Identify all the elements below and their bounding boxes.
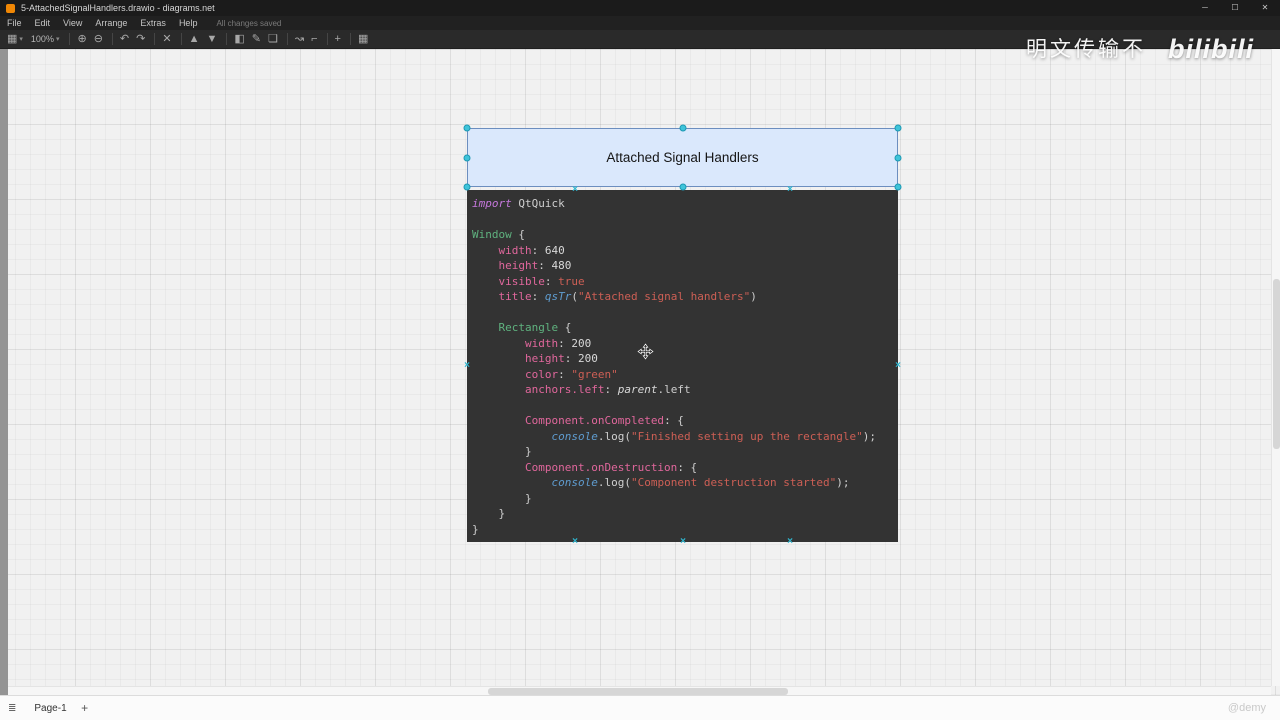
code-line: visible: true — [498, 274, 585, 288]
zoom-dropdown[interactable]: 100% ▾ — [31, 34, 60, 44]
fill-color-icon[interactable]: ◧ — [234, 30, 244, 49]
code-line: Component.onDestruction: { — [524, 460, 698, 474]
code-line: width: 200 — [524, 336, 592, 350]
menu-file[interactable]: File — [7, 18, 22, 28]
chevron-down-icon: ▾ — [19, 36, 23, 43]
toolbar-separator — [111, 33, 113, 45]
code-line: console.log("Component destruction start… — [551, 476, 850, 489]
to-front-icon[interactable]: ▲ — [189, 30, 200, 49]
delete-icon[interactable]: ✕ — [162, 30, 171, 49]
redo-icon[interactable]: ↷ — [136, 30, 145, 49]
code-line: Window { — [472, 228, 525, 241]
code-line: anchors.left: parent.left — [524, 383, 691, 396]
selection-handle[interactable] — [894, 183, 902, 191]
undo-icon[interactable]: ↶ — [120, 30, 129, 49]
table-icon[interactable]: ▦ — [358, 30, 368, 49]
shape-title-box[interactable]: Attached Signal Handlers — [467, 128, 898, 187]
connection-point-icon: × — [572, 184, 578, 195]
connection-point-icon: × — [787, 536, 793, 547]
minimize-button[interactable]: ─ — [1190, 0, 1220, 16]
window-title: 5-AttachedSignalHandlers.drawio - diagra… — [21, 3, 215, 13]
credit-watermark: @demy — [1227, 702, 1266, 714]
bilibili-logo: bilibili — [1168, 34, 1254, 64]
connection-point-icon: × — [787, 184, 793, 195]
selection-handle[interactable] — [463, 124, 471, 132]
pages-toggle-icon[interactable]: ≣ — [8, 703, 16, 714]
line-color-icon[interactable]: ✎ — [252, 30, 261, 49]
code-line: color: "green" — [524, 367, 618, 381]
toolbar-separator — [180, 33, 182, 45]
toolbar-separator — [69, 33, 71, 45]
menu-view[interactable]: View — [63, 18, 82, 28]
app-icon — [6, 3, 15, 13]
selection-handle[interactable] — [463, 183, 471, 191]
close-button[interactable]: ✕ — [1250, 0, 1280, 16]
page-tab[interactable]: Page-1 — [25, 700, 75, 717]
maximize-button[interactable]: ☐ — [1220, 0, 1250, 16]
selection-handle[interactable] — [894, 154, 902, 162]
watermark-text: 明文传输不 — [1026, 38, 1146, 61]
selection-handle[interactable] — [894, 124, 902, 132]
menu-edit[interactable]: Edit — [35, 18, 51, 28]
menubar: File Edit View Arrange Extras Help All c… — [0, 16, 1280, 30]
code-line: Rectangle { — [498, 321, 572, 334]
autosave-status: All changes saved — [216, 18, 282, 28]
menu-arrange[interactable]: Arrange — [95, 18, 127, 28]
titlebar: 5-AttachedSignalHandlers.drawio - diagra… — [0, 0, 1280, 16]
toolbar-separator — [326, 33, 328, 45]
chevron-down-icon: ▾ — [55, 36, 60, 43]
add-page-button[interactable]: + — [76, 701, 94, 715]
horizontal-scrollbar-thumb[interactable] — [488, 688, 788, 695]
statusbar: ≣ Page-1 + @demy — [0, 695, 1280, 720]
connection-point-icon: × — [464, 360, 470, 371]
code-line: height: 480 — [498, 259, 572, 272]
menu-extras[interactable]: Extras — [140, 18, 166, 28]
selection-handle[interactable] — [463, 154, 471, 162]
code-line: console.log("Finished setting up the rec… — [551, 429, 877, 443]
selection-handle[interactable] — [679, 183, 687, 191]
zoom-in-icon[interactable]: ⊕ — [77, 30, 86, 49]
connection-point-icon: × — [895, 360, 901, 371]
connection-icon[interactable]: ↝ — [295, 30, 304, 49]
vertical-scrollbar-thumb[interactable] — [1273, 279, 1280, 449]
code-block[interactable]: import QtQuick Window { width: 640 heigh… — [467, 190, 898, 542]
app-window: 5-AttachedSignalHandlers.drawio - diagra… — [0, 0, 1280, 720]
offpage-strip — [0, 49, 8, 695]
to-back-icon[interactable]: ▼ — [206, 30, 217, 49]
canvas[interactable]: Attached Signal Handlers import QtQuick … — [0, 49, 1280, 695]
page-view-icon: ▦ — [7, 32, 18, 45]
toolbar-separator — [226, 33, 228, 45]
selection-handle[interactable] — [679, 124, 687, 132]
code-line: Component.onCompleted: { — [524, 414, 684, 427]
code-line: title: qsTr("Attached signal handlers") — [498, 290, 757, 303]
code-line: } — [472, 491, 532, 505]
horizontal-scrollbar[interactable] — [8, 686, 1271, 695]
insert-icon[interactable]: + — [335, 30, 341, 49]
move-cursor-icon — [637, 343, 654, 360]
connection-point-icon: × — [572, 536, 578, 547]
toolbar-separator — [154, 33, 156, 45]
shadow-icon[interactable]: ❏ — [268, 30, 278, 49]
zoom-out-icon[interactable]: ⊖ — [94, 30, 103, 49]
code-line: height: 200 — [524, 352, 598, 365]
view-dropdown[interactable]: ▦ ▾ — [7, 30, 23, 49]
waypoints-icon[interactable]: ⌐ — [311, 30, 317, 49]
toolbar-separator — [286, 33, 288, 45]
code-line: } — [472, 522, 479, 536]
vertical-scrollbar[interactable] — [1271, 49, 1280, 686]
code-line: width: 640 — [498, 243, 565, 257]
zoom-level: 100% — [30, 34, 54, 44]
menu-help[interactable]: Help — [179, 18, 198, 28]
code-line: } — [472, 445, 532, 458]
code-line: } — [472, 507, 506, 520]
code-line: import QtQuick — [472, 197, 565, 210]
toolbar-separator — [349, 33, 351, 45]
connection-point-icon: × — [680, 536, 686, 547]
